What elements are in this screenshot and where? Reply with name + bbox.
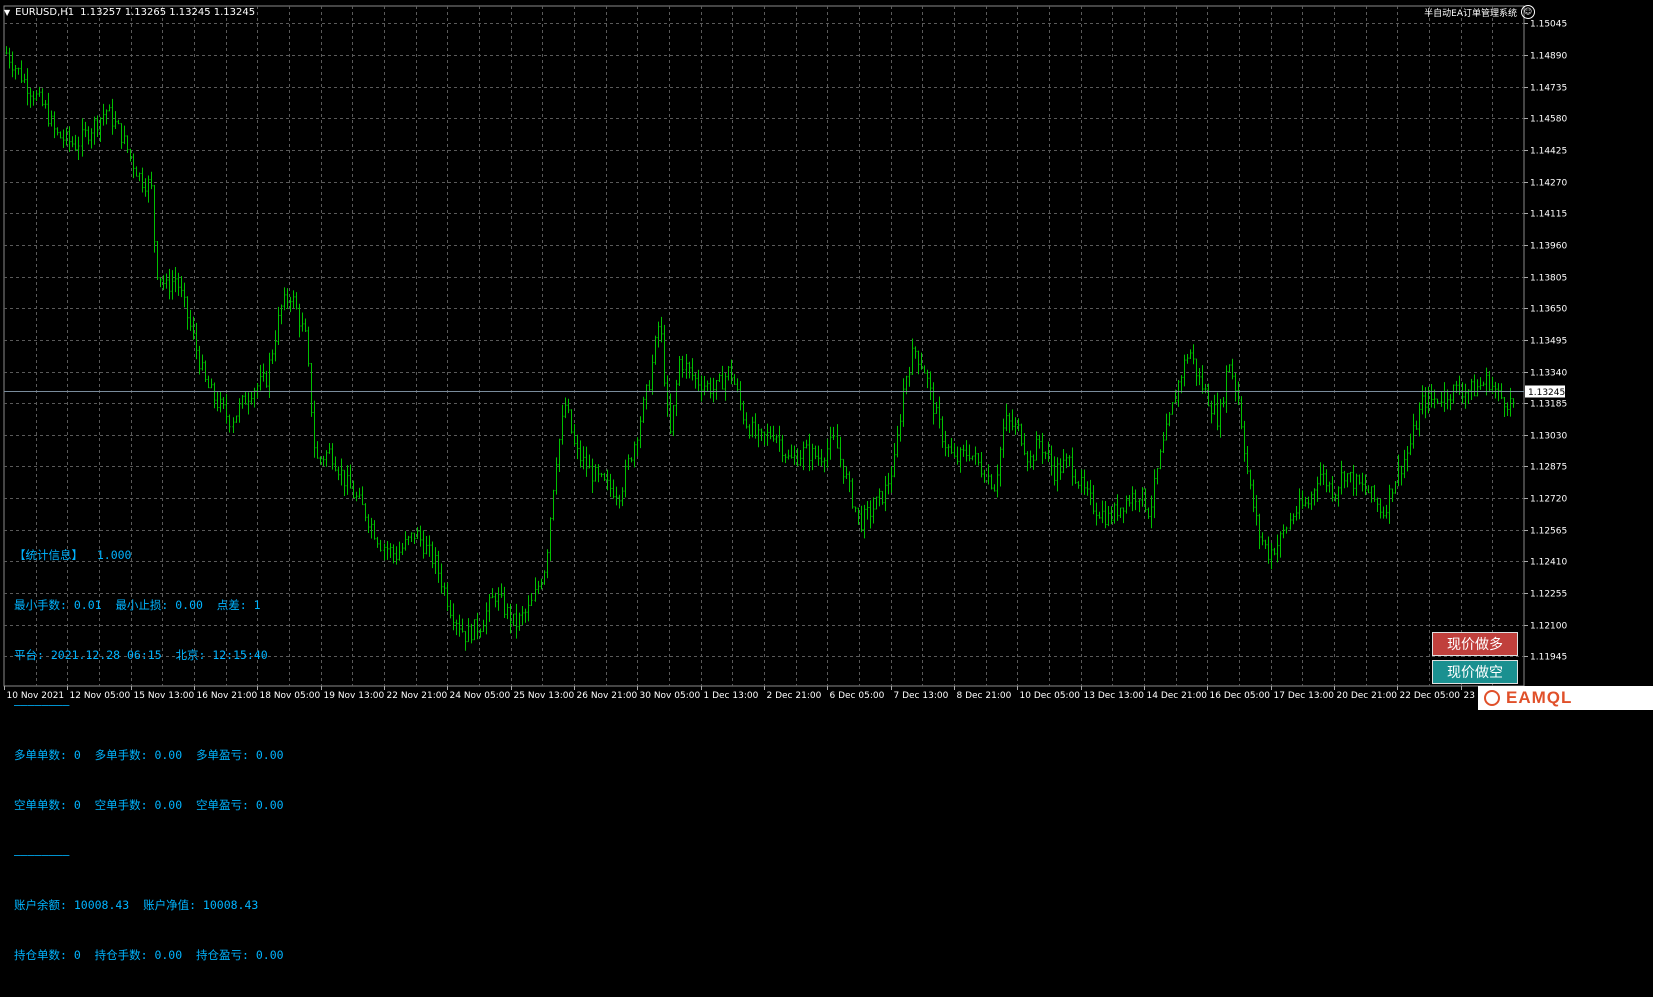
x-tick-label: 13 Dec 13:00	[1084, 691, 1145, 701]
y-tick-label: 1.13650	[1530, 305, 1567, 315]
x-tick-label: 22 Nov 21:00	[387, 691, 448, 701]
y-tick-label: 1.14890	[1530, 52, 1567, 62]
x-tick-label: 26 Nov 21:00	[577, 691, 638, 701]
stats-account: 账户余额: 10008.43 账户净值: 10008.43	[14, 898, 259, 912]
dropdown-triangle-icon[interactable]: ▼	[4, 8, 10, 17]
x-tick-label: 30 Nov 05:00	[640, 691, 701, 701]
chart-title-bar: ▼ EURUSD,H1 1.13257 1.13265 1.13245 1.13…	[4, 4, 255, 20]
y-tick-label: 1.12565	[1530, 527, 1567, 537]
logo-icon	[1484, 690, 1500, 706]
y-tick-label: 1.12255	[1530, 590, 1567, 600]
x-tick-label: 17 Dec 13:00	[1274, 691, 1335, 701]
x-tick-label: 16 Dec 05:00	[1210, 691, 1271, 701]
y-tick-label: 1.13495	[1530, 337, 1567, 347]
stats-long-orders: 多单单数: 0 多单手数: 0.00 多单盈亏: 0.00	[14, 748, 284, 762]
stats-time: 平台: 2021.12.28 06:15 北京: 12:15:40	[14, 648, 268, 662]
ea-name-label: 半自动EA订单管理系统 ☺	[1424, 5, 1535, 19]
chart-window[interactable]: 1.15045 1.14890 1.14735 1.14580 1.14425 1.142…	[0, 0, 1653, 962]
watermark-text: EAMQL	[1506, 688, 1573, 707]
y-tick-label: 1.14580	[1530, 115, 1567, 125]
y-tick-label: 1.13185	[1530, 400, 1567, 410]
x-tick-label: 1 Dec 13:00	[704, 691, 759, 701]
y-tick-label: 1.13805	[1530, 274, 1567, 284]
y-tick-label: 1.15045	[1530, 20, 1567, 30]
y-tick-label: 1.14270	[1530, 179, 1567, 189]
y-tick-label: 1.13340	[1530, 369, 1567, 379]
stats-separator: ————————	[14, 848, 70, 862]
y-tick-label: 1.11945	[1530, 653, 1567, 663]
y-tick-label: 1.12410	[1530, 558, 1567, 568]
x-tick-label: 6 Dec 05:00	[830, 691, 885, 701]
sell-market-button[interactable]: 现价做空	[1432, 660, 1518, 684]
y-tick-label: 1.13960	[1530, 242, 1567, 252]
y-tick-label: 1.12875	[1530, 463, 1567, 473]
smiley-icon: ☺	[1521, 5, 1535, 19]
statistics-panel: 【统计信息】 1.000 最小手数: 0.01 最小止损: 0.00 点差: 1…	[14, 514, 284, 997]
y-tick-label: 1.14115	[1530, 210, 1567, 220]
stats-positions: 持仓单数: 0 持仓手数: 0.00 持仓盈亏: 0.00	[14, 948, 284, 962]
stats-header: 【统计信息】 1.000	[14, 548, 132, 562]
x-tick-label: 20 Dec 21:00	[1337, 691, 1398, 701]
x-tick-label: 19 Nov 13:00	[324, 691, 385, 701]
chart-quotes: 1.13257 1.13265 1.13245 1.13245	[80, 6, 256, 18]
stats-separator: ————————	[14, 698, 70, 712]
x-tick-label: 22 Dec 05:00	[1400, 691, 1461, 701]
y-tick-label: 1.13030	[1530, 432, 1567, 442]
stats-short-orders: 空单单数: 0 空单手数: 0.00 空单盈亏: 0.00	[14, 798, 284, 812]
stats-min-lot: 最小手数: 0.01 最小止损: 0.00 点差: 1	[14, 598, 261, 612]
current-price-label: 1.13245	[1528, 388, 1565, 398]
x-tick-label: 24 Nov 05:00	[450, 691, 511, 701]
y-tick-label: 1.12720	[1530, 495, 1567, 505]
x-tick-label: 14 Dec 21:00	[1147, 691, 1208, 701]
x-tick-label: 2 Dec 21:00	[767, 691, 822, 701]
y-tick-label: 1.14735	[1530, 84, 1567, 94]
x-tick-label: 25 Nov 13:00	[514, 691, 575, 701]
x-tick-label: 10 Dec 05:00	[1020, 691, 1081, 701]
watermark-logo: EAMQL	[1478, 686, 1653, 710]
y-tick-label: 1.14425	[1530, 147, 1567, 157]
y-tick-label: 1.12100	[1530, 622, 1567, 632]
buy-market-button[interactable]: 现价做多	[1432, 632, 1518, 656]
chart-symbol: EURUSD,H1	[15, 6, 75, 18]
ea-name: 半自动EA订单管理系统	[1424, 8, 1517, 19]
x-tick-label: 8 Dec 21:00	[957, 691, 1012, 701]
x-tick-label: 7 Dec 13:00	[894, 691, 949, 701]
